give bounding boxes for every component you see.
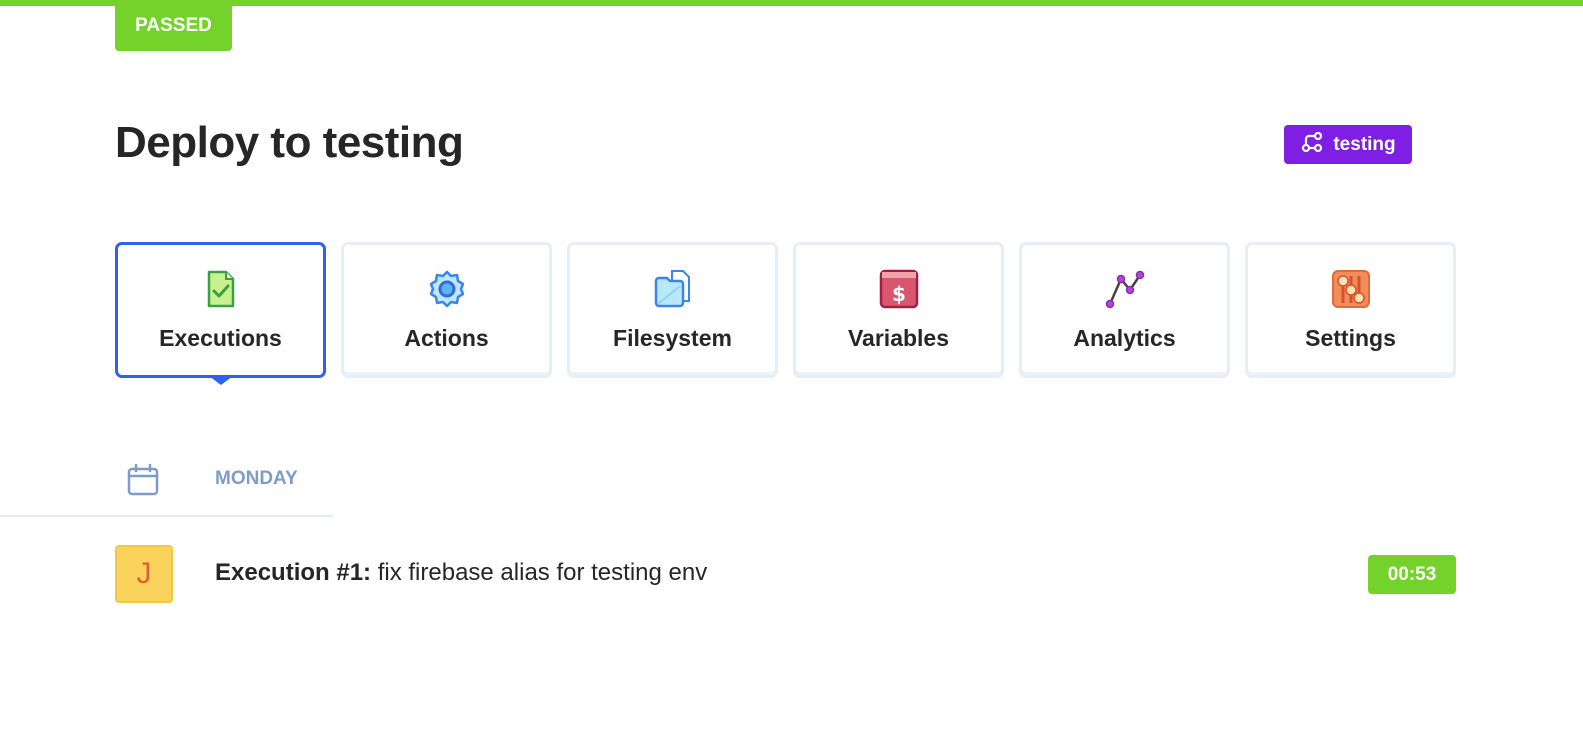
branch-badge[interactable]: testing: [1284, 125, 1412, 164]
gear-icon: [426, 268, 468, 310]
tab-variables[interactable]: $ Variables: [793, 242, 1004, 378]
tab-actions[interactable]: Actions: [341, 242, 552, 378]
tab-bar: Executions Actions Filesystem $ Variable…: [115, 242, 1456, 378]
branch-icon: [1300, 130, 1324, 160]
tab-label: Filesystem: [613, 325, 732, 351]
commit-message: fix firebase alias for testing env: [371, 559, 708, 586]
file-check-icon: [200, 268, 242, 310]
tab-label: Variables: [847, 325, 950, 351]
day-group-header: MONDAY: [0, 455, 333, 517]
tab-executions[interactable]: Executions: [115, 242, 326, 378]
branch-label: testing: [1333, 133, 1396, 155]
execution-title[interactable]: Execution #1: fix firebase alias for tes…: [215, 559, 707, 587]
calendar-icon: [126, 463, 160, 497]
line-chart-icon: [1104, 268, 1146, 310]
tab-label: Settings: [1305, 325, 1396, 351]
day-label: MONDAY: [215, 468, 298, 489]
dollar-icon: $: [878, 268, 920, 310]
status-badge: PASSED: [115, 0, 232, 51]
tab-filesystem[interactable]: Filesystem: [567, 242, 778, 378]
status-top-bar: [0, 0, 1583, 6]
tab-label: Analytics: [1073, 325, 1176, 351]
tab-label: Executions: [159, 325, 282, 351]
tab-label: Actions: [404, 325, 489, 351]
tab-analytics[interactable]: Analytics: [1019, 242, 1230, 378]
avatar: J: [115, 545, 173, 603]
execution-number: Execution #1:: [215, 559, 372, 586]
folder-files-icon: [652, 268, 694, 310]
tab-settings[interactable]: Settings: [1245, 242, 1456, 378]
execution-row[interactable]: J Execution #1: fix firebase alias for t…: [115, 545, 1456, 603]
duration-badge: 00:53: [1368, 555, 1456, 594]
page-title: Deploy to testing: [115, 118, 464, 167]
sliders-icon: [1330, 268, 1372, 310]
svg-text:$: $: [892, 282, 906, 306]
